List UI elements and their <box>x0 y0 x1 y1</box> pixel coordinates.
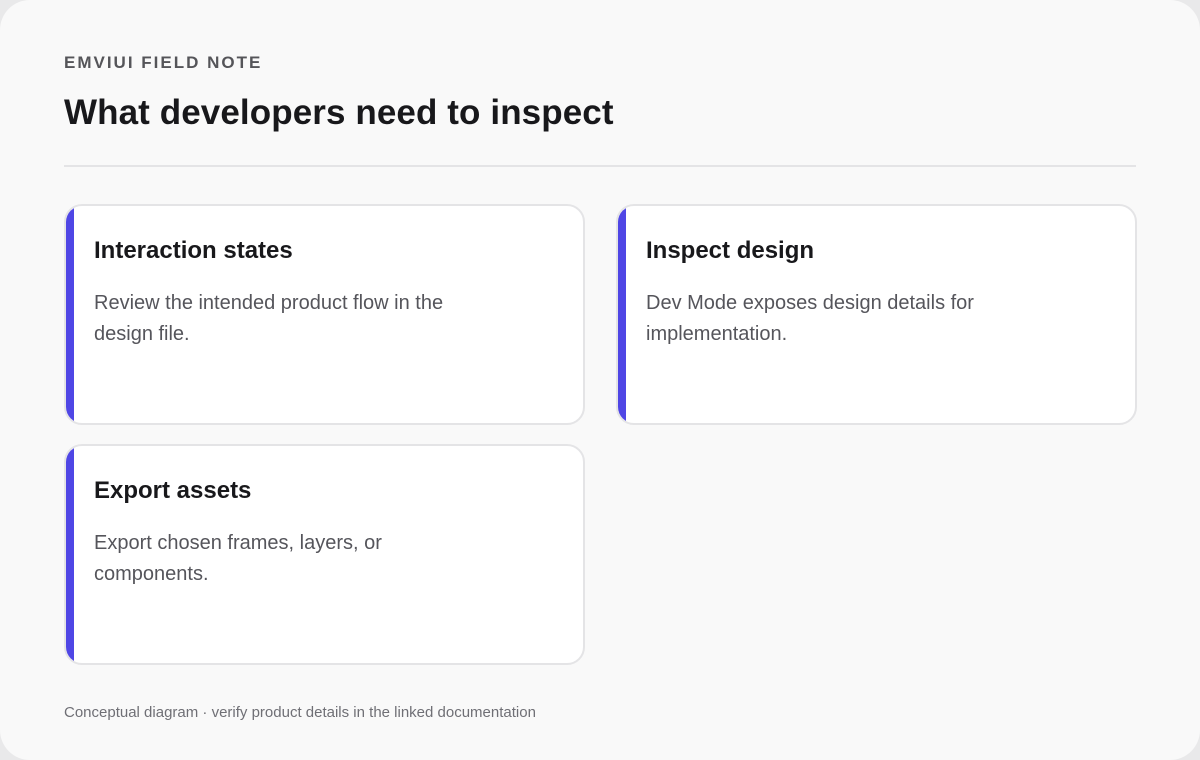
field-note-page: EMVIUI FIELD NOTE What developers need t… <box>0 0 1200 760</box>
card-title: Interaction states <box>94 237 293 264</box>
card-description: Export chosen frames, layers, or compone… <box>94 532 382 585</box>
footer-note: Conceptual diagram · verify product deta… <box>64 704 536 721</box>
card-accent-bar <box>66 446 74 663</box>
card-title: Inspect design <box>646 237 815 264</box>
card-inspect-design: Inspect design Dev Mode exposes design d… <box>616 204 1137 425</box>
eyebrow-label: EMVIUI FIELD NOTE <box>64 53 263 72</box>
card-export-assets: Export assets Export chosen frames, laye… <box>64 444 585 665</box>
header-divider <box>64 165 1136 167</box>
card-interaction-states: Interaction states Review the intended p… <box>64 204 585 425</box>
card-title: Export assets <box>94 477 252 504</box>
card-description: Review the intended product flow in the … <box>94 292 444 345</box>
page-title: What developers need to inspect <box>64 93 614 132</box>
card-accent-bar <box>66 206 74 423</box>
card-description: Dev Mode exposes design details for impl… <box>646 292 974 345</box>
card-accent-bar <box>618 206 626 423</box>
